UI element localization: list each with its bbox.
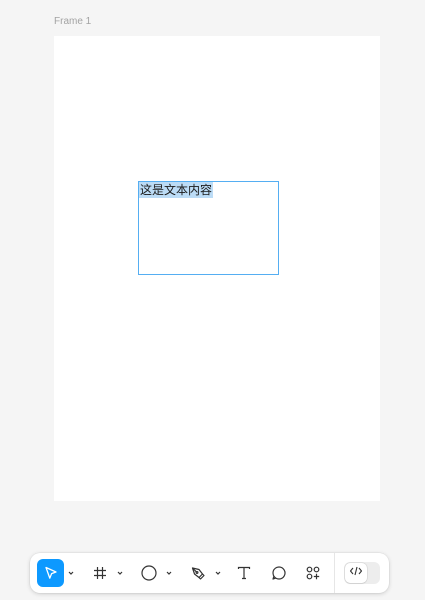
components-plus-icon bbox=[305, 565, 321, 581]
text-tool-button[interactable] bbox=[232, 559, 256, 587]
cursor-arrow-icon bbox=[43, 565, 59, 581]
dev-mode-toggle[interactable] bbox=[344, 562, 380, 584]
text-content[interactable]: 这是文本内容 bbox=[139, 182, 214, 198]
frame-tool-button[interactable] bbox=[88, 559, 112, 587]
frame-label[interactable]: Frame 1 bbox=[54, 16, 91, 28]
frame-tool-menu-chevron[interactable] bbox=[115, 559, 125, 587]
shape-tool-button[interactable] bbox=[137, 559, 161, 587]
hash-frame-icon bbox=[92, 565, 108, 581]
pen-tool-button[interactable] bbox=[186, 559, 210, 587]
toolbar-divider bbox=[334, 553, 335, 593]
text-t-icon bbox=[236, 565, 252, 581]
comment-tool-button[interactable] bbox=[267, 559, 291, 587]
shape-tool-menu-chevron[interactable] bbox=[164, 559, 174, 587]
dev-mode-knob bbox=[345, 563, 367, 583]
chevron-down-icon bbox=[67, 564, 75, 582]
move-tool-button[interactable] bbox=[37, 559, 64, 587]
move-tool-menu-chevron[interactable] bbox=[66, 559, 76, 587]
frame[interactable]: 这是文本内容 bbox=[54, 36, 380, 501]
pen-nib-icon bbox=[190, 565, 206, 581]
text-box[interactable]: 这是文本内容 bbox=[138, 181, 279, 275]
chevron-down-icon bbox=[116, 564, 124, 582]
pen-tool-menu-chevron[interactable] bbox=[213, 559, 223, 587]
comment-bubble-icon bbox=[271, 565, 287, 581]
ellipse-icon bbox=[140, 564, 158, 582]
chevron-down-icon bbox=[214, 564, 222, 582]
chevron-down-icon bbox=[165, 564, 173, 582]
actions-tool-button[interactable] bbox=[301, 559, 325, 587]
code-brackets-icon bbox=[349, 564, 363, 582]
toolbar bbox=[30, 553, 389, 593]
